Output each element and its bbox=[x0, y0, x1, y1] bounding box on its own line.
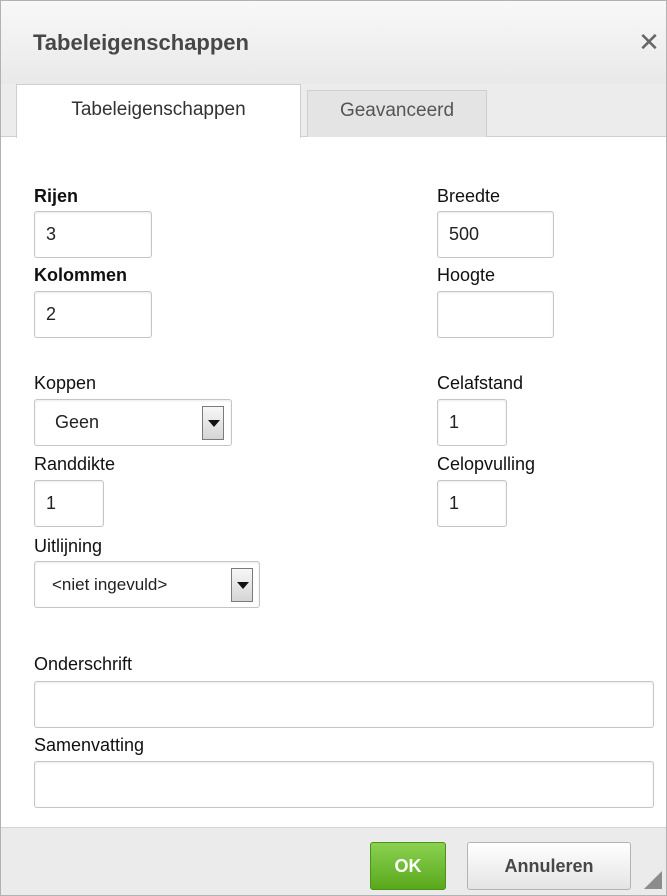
height-input[interactable] bbox=[437, 291, 554, 338]
caption-input[interactable] bbox=[34, 681, 654, 728]
caption-label: Onderschrift bbox=[34, 654, 133, 674]
cell-padding-label: Celopvulling bbox=[437, 454, 536, 474]
table-properties-dialog: Tabeleigenschappen ✕ Tabeleigenschappen … bbox=[0, 0, 667, 896]
tab-advanced[interactable]: Geavanceerd bbox=[307, 90, 487, 137]
tab-strip: Tabeleigenschappen Geavanceerd bbox=[1, 84, 666, 138]
chevron-down-icon[interactable] bbox=[231, 568, 253, 602]
cell-padding-input[interactable] bbox=[437, 480, 507, 527]
rows-input[interactable] bbox=[34, 211, 152, 258]
columns-input[interactable] bbox=[34, 291, 152, 338]
columns-label: Kolommen bbox=[34, 265, 128, 285]
headers-select-value: Geen bbox=[55, 412, 100, 432]
alignment-select-value: <niet ingevuld> bbox=[52, 575, 168, 594]
dialog-titlebar[interactable]: Tabeleigenschappen ✕ bbox=[1, 1, 666, 84]
summary-input[interactable] bbox=[34, 761, 654, 808]
headers-label: Koppen bbox=[34, 373, 97, 393]
resize-handle-icon[interactable] bbox=[644, 871, 662, 889]
alignment-select[interactable]: <niet ingevuld> bbox=[34, 561, 260, 608]
cell-spacing-input[interactable] bbox=[437, 399, 507, 446]
border-input[interactable] bbox=[34, 480, 104, 527]
rows-label: Rijen bbox=[34, 186, 79, 206]
close-icon[interactable]: ✕ bbox=[636, 27, 662, 57]
tab-table-properties[interactable]: Tabeleigenschappen bbox=[16, 84, 301, 138]
border-label: Randdikte bbox=[34, 454, 116, 474]
cancel-button[interactable]: Annuleren bbox=[467, 842, 631, 890]
ok-button[interactable]: OK bbox=[370, 842, 446, 890]
width-input[interactable] bbox=[437, 211, 554, 258]
cell-spacing-label: Celafstand bbox=[437, 373, 524, 393]
width-label: Breedte bbox=[437, 186, 501, 206]
headers-select[interactable]: Geen bbox=[34, 399, 232, 446]
dialog-footer: OK Annuleren bbox=[1, 827, 666, 895]
height-label: Hoogte bbox=[437, 265, 496, 285]
alignment-label: Uitlijning bbox=[34, 536, 103, 556]
chevron-down-icon[interactable] bbox=[202, 406, 224, 440]
summary-label: Samenvatting bbox=[34, 735, 145, 755]
dialog-title: Tabeleigenschappen bbox=[33, 30, 249, 55]
